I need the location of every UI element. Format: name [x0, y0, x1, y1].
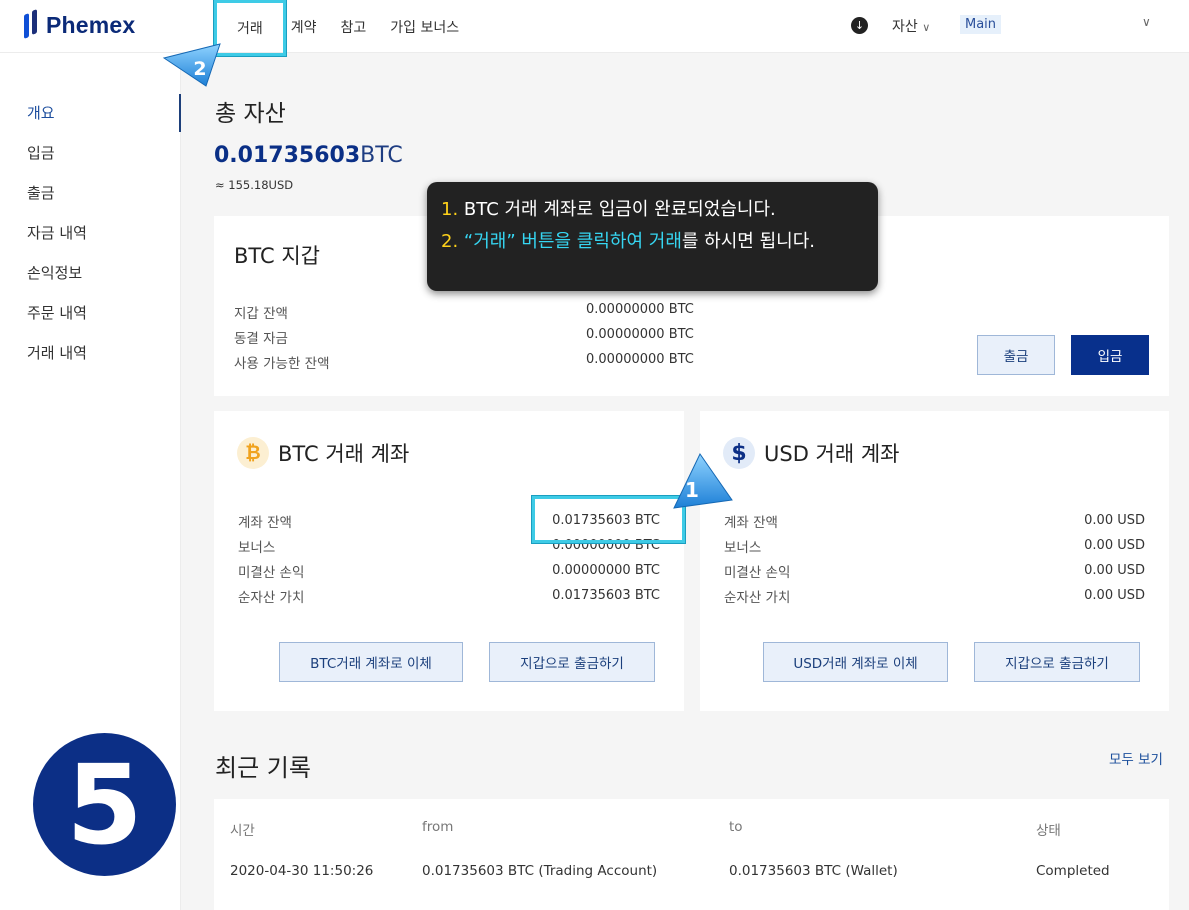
wallet-row-label: 사용 가능한 잔액 — [234, 356, 330, 372]
total-btc-value: 0.01735603 — [214, 143, 361, 168]
nav-signup-bonus[interactable]: 가입 보너스 — [378, 17, 471, 37]
usd-row-label: 보너스 — [724, 540, 762, 556]
account-chevron-icon[interactable]: ∨ — [1142, 15, 1151, 29]
usd-row-value: 0.00 USD — [1084, 538, 1145, 553]
tooltip-line-2: 2. “거래” 버튼을 클릭하여 거래를 하시면 됩니다. — [441, 226, 864, 258]
wallet-row-value: 0.00000000 BTC — [586, 352, 694, 367]
step-1-arrow-badge: 1 — [673, 453, 733, 509]
usd-transfer-button[interactable]: USD거래 계좌로 이체 — [763, 642, 948, 682]
sidebar-item-overview[interactable]: 개요 — [27, 102, 55, 123]
main-nav: 거래 계약 참고 가입 보너스 — [213, 0, 471, 57]
btc-row-value: 0.01735603 BTC — [552, 588, 660, 603]
download-icon[interactable]: ↓ — [851, 17, 868, 34]
wallet-row-label: 동결 자금 — [234, 331, 288, 347]
sidebar-item-withdraw[interactable]: 출금 — [27, 182, 55, 203]
nav-reference[interactable]: 참고 — [329, 17, 379, 37]
usd-account-title: USD 거래 계좌 — [764, 442, 900, 466]
sidebar-item-pnl[interactable]: 손익정보 — [27, 262, 82, 283]
logo-text: Phemex — [46, 11, 136, 38]
btc-withdraw-to-wallet-button[interactable]: 지갑으로 출금하기 — [489, 642, 655, 682]
tooltip-line-2-number: 2. — [441, 231, 459, 252]
usd-row-label: 계좌 잔액 — [724, 515, 778, 531]
row-from: 0.01735603 BTC (Trading Account) — [422, 863, 658, 879]
total-btc-unit: BTC — [360, 143, 403, 168]
wallet-withdraw-button[interactable]: 출금 — [977, 335, 1055, 375]
tooltip-line-2-quote: “거래” 버튼을 클릭하여 거래 — [458, 231, 682, 252]
btc-account-card: ₿ BTC 거래 계좌 계좌 잔액 보너스 미결산 손익 순자산 가치 0.01… — [214, 411, 684, 711]
column-header-status: 상태 — [1036, 823, 1061, 839]
btc-transfer-button[interactable]: BTC거래 계좌로 이체 — [279, 642, 463, 682]
wallet-row-value: 0.00000000 BTC — [586, 327, 694, 342]
asset-menu[interactable]: 자산 ∨ — [892, 16, 930, 36]
wallet-row-value: 0.00000000 BTC — [586, 302, 694, 317]
page-title: 총 자산 — [215, 101, 286, 127]
recent-records-table: 시간 from to 상태 2020-04-30 11:50:26 0.0173… — [214, 799, 1169, 910]
usd-row-label: 순자산 가치 — [724, 590, 791, 606]
usd-row-label: 미결산 손익 — [724, 565, 791, 581]
step-2-arrow-badge: 2 — [162, 43, 221, 87]
tutorial-tooltip: 1. BTC 거래 계좌로 입금이 완료되었습니다. 2. “거래” 버튼을 클… — [427, 182, 878, 291]
usd-withdraw-to-wallet-button[interactable]: 지갑으로 출금하기 — [974, 642, 1140, 682]
btc-account-title: BTC 거래 계좌 — [278, 442, 410, 466]
bitcoin-icon: ₿ — [237, 437, 269, 469]
sidebar-item-deposit[interactable]: 입금 — [27, 142, 55, 163]
nav-contract[interactable]: 계약 — [286, 17, 329, 37]
recent-records-title: 최근 기록 — [215, 754, 311, 782]
wallet-deposit-button[interactable]: 입금 — [1071, 335, 1149, 375]
tooltip-line-1-text: BTC 거래 계좌로 입금이 완료되었습니다. — [458, 199, 776, 220]
chevron-down-icon: ∨ — [922, 21, 931, 34]
column-header-to: to — [729, 819, 743, 835]
wallet-row-label: 지갑 잔액 — [234, 306, 288, 322]
step-2-badge-number: 2 — [193, 58, 206, 80]
btc-row-label: 순자산 가치 — [238, 590, 305, 606]
tooltip-line-2-rest: 를 하시면 됩니다. — [681, 231, 815, 252]
btc-row-label: 계좌 잔액 — [238, 515, 292, 531]
usd-row-value: 0.00 USD — [1084, 563, 1145, 578]
total-btc: 0.01735603BTC — [214, 143, 403, 168]
btc-row-label: 미결산 손익 — [238, 565, 305, 581]
asset-menu-label: 자산 — [892, 19, 918, 35]
row-time: 2020-04-30 11:50:26 — [230, 863, 374, 879]
wallet-title: BTC 지갑 — [234, 244, 320, 268]
sidebar-active-indicator — [179, 94, 181, 132]
account-tag[interactable]: Main — [960, 15, 1002, 34]
usd-row-value: 0.00 USD — [1084, 588, 1145, 603]
row-to: 0.01735603 BTC (Wallet) — [729, 863, 898, 879]
sidebar-item-fund-history[interactable]: 자금 내역 — [27, 222, 87, 243]
usd-account-card: $ USD 거래 계좌 계좌 잔액 보너스 미결산 손익 순자산 가치 0.00… — [700, 411, 1169, 711]
usd-row-value: 0.00 USD — [1084, 513, 1145, 528]
tooltip-line-1: 1. BTC 거래 계좌로 입금이 완료되었습니다. — [441, 194, 864, 226]
btc-row-label: 보너스 — [238, 540, 276, 556]
sidebar-item-order-history[interactable]: 주문 내역 — [27, 302, 87, 323]
see-all-link[interactable]: 모두 보기 — [1109, 748, 1163, 768]
column-header-from: from — [422, 819, 454, 835]
tooltip-line-1-number: 1. — [441, 199, 459, 220]
row-status: Completed — [1036, 863, 1110, 879]
balance-highlight-box — [531, 495, 686, 544]
phemex-logo-icon — [24, 9, 40, 40]
step-number-badge: 5 — [33, 733, 176, 876]
btc-row-value: 0.00000000 BTC — [552, 563, 660, 578]
step-1-badge-number: 1 — [685, 478, 699, 502]
phemex-logo[interactable]: Phemex — [24, 9, 136, 40]
total-usd: ≈ 155.18USD — [215, 178, 294, 192]
column-header-time: 시간 — [230, 823, 255, 839]
sidebar-item-trade-history[interactable]: 거래 내역 — [27, 342, 87, 363]
